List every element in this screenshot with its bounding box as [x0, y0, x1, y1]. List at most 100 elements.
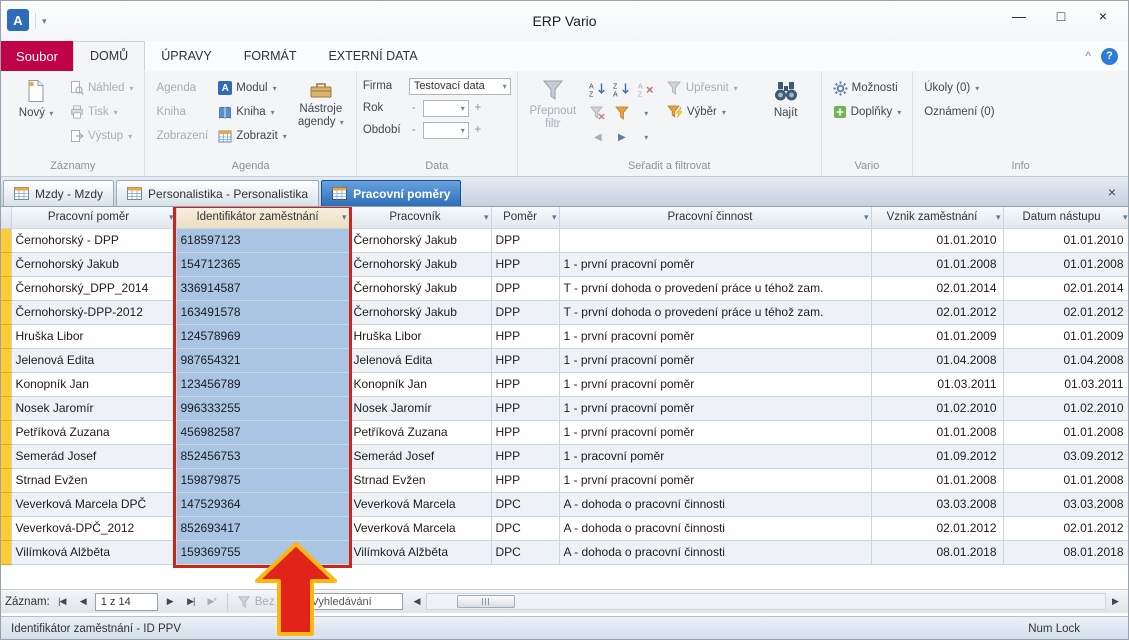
previous-record-button[interactable]: ◀ — [587, 126, 609, 148]
cell[interactable]: 1 - pracovní poměr — [559, 444, 871, 468]
cell[interactable]: 147529364 — [176, 492, 349, 516]
cell[interactable]: 02.01.2014 — [871, 276, 1003, 300]
kniha-button[interactable]: Kniha — [151, 101, 213, 123]
cell[interactable]: 159369755 — [176, 540, 349, 564]
cell[interactable]: 01.03.2011 — [1003, 372, 1129, 396]
column-header[interactable]: Vznik zaměstnání▾ — [871, 207, 1003, 228]
cell[interactable]: Nosek Jaromír — [349, 396, 491, 420]
row-selector[interactable] — [1, 324, 11, 348]
firma-combo[interactable]: Testovací data ▾ — [409, 78, 511, 95]
cell[interactable]: T - první dohoda o provedení práce u téh… — [559, 276, 871, 300]
cell[interactable]: 159879875 — [176, 468, 349, 492]
cell[interactable]: 01.01.2008 — [871, 468, 1003, 492]
obdobi-combo[interactable]: ▾ — [423, 122, 469, 139]
rok-minus-button[interactable]: - — [409, 102, 419, 114]
first-record-button[interactable]: |◀ — [53, 593, 71, 611]
new-record-button[interactable]: ▶* — [203, 593, 221, 611]
row-selector[interactable] — [1, 396, 11, 420]
cell[interactable]: HPP — [491, 252, 559, 276]
close-tab-icon[interactable]: × — [1098, 184, 1126, 200]
cell[interactable]: 456982587 — [176, 420, 349, 444]
row-selector[interactable] — [1, 492, 11, 516]
ribbon-tab-upravy[interactable]: ÚPRAVY — [145, 41, 227, 71]
minimize-button[interactable]: — — [998, 1, 1040, 31]
nahled-button[interactable]: Náhled ▾ — [65, 77, 138, 99]
cell[interactable]: 01.01.2009 — [1003, 324, 1129, 348]
vyber-button[interactable]: Výběr ▾ — [662, 101, 743, 123]
cell[interactable]: 01.01.2008 — [871, 420, 1003, 444]
cell[interactable]: DPP — [491, 228, 559, 252]
cell[interactable]: 08.01.2018 — [871, 540, 1003, 564]
cell[interactable]: 03.03.2008 — [1003, 492, 1129, 516]
scroll-right-icon[interactable]: ▶ — [1106, 593, 1124, 611]
record-position-box[interactable]: 1 z 14 — [95, 593, 158, 611]
cell[interactable]: 01.01.2008 — [1003, 420, 1129, 444]
cell[interactable]: 1 - první pracovní poměr — [559, 468, 871, 492]
filter-dropdown-icon[interactable]: ▾ — [169, 212, 174, 223]
column-header[interactable]: Pracovní činnost▾ — [559, 207, 871, 228]
cell[interactable]: Hruška Libor — [349, 324, 491, 348]
upresnit-button[interactable]: Upřesnit ▾ — [662, 77, 743, 99]
maximize-button[interactable]: □ — [1040, 1, 1082, 31]
row-selector[interactable] — [1, 348, 11, 372]
cell[interactable]: 01.01.2008 — [871, 252, 1003, 276]
cell[interactable]: Jelenová Edita — [349, 348, 491, 372]
tab-mzdy[interactable]: Mzdy - Mzdy — [3, 180, 114, 206]
cell[interactable]: 154712365 — [176, 252, 349, 276]
cell[interactable]: Petříková Zuzana — [11, 420, 176, 444]
cell[interactable]: T - první dohoda o provedení práce u téh… — [559, 300, 871, 324]
cell[interactable]: DPP — [491, 276, 559, 300]
row-selector[interactable] — [1, 540, 11, 564]
cell[interactable]: Konopník Jan — [349, 372, 491, 396]
cell[interactable]: 852693417 — [176, 516, 349, 540]
cell[interactable]: 1 - první pracovní poměr — [559, 324, 871, 348]
search-input[interactable] — [307, 593, 403, 610]
cell[interactable]: DPC — [491, 540, 559, 564]
filter-dropdown-icon[interactable]: ▾ — [342, 212, 347, 223]
cell[interactable]: Veverková Marcela DPČ — [11, 492, 176, 516]
cell[interactable]: Semerád Josef — [11, 444, 176, 468]
filter-menu-button[interactable] — [611, 102, 633, 124]
select-all-corner[interactable] — [1, 207, 11, 228]
collapse-ribbon-icon[interactable]: ^ — [1085, 49, 1091, 63]
cell[interactable]: Veverková-DPČ_2012 — [11, 516, 176, 540]
cell[interactable]: Strnad Evžen — [11, 468, 176, 492]
novy-button[interactable]: Nový ▾ — [7, 75, 65, 120]
oznameni-button[interactable]: Oznámení (0) — [919, 101, 999, 123]
filter-status-button[interactable]: Bez filtru — [234, 596, 304, 608]
more-dropdown-button[interactable]: ▾ — [635, 126, 657, 148]
column-header[interactable]: Datum nástupu▾ — [1003, 207, 1129, 228]
cell[interactable]: Černohorský Jakub — [349, 228, 491, 252]
kniha-select-button[interactable]: Kniha ▾ — [213, 101, 292, 123]
row-selector[interactable] — [1, 252, 11, 276]
cell[interactable]: 01.01.2008 — [1003, 468, 1129, 492]
cell[interactable]: Petříková Zuzana — [349, 420, 491, 444]
cell[interactable]: HPP — [491, 348, 559, 372]
cell[interactable]: 1 - první pracovní poměr — [559, 252, 871, 276]
close-button[interactable]: × — [1082, 1, 1124, 31]
cell[interactable]: 08.01.2018 — [1003, 540, 1129, 564]
tisk-button[interactable]: Tisk ▾ — [65, 101, 138, 123]
cell[interactable]: 01.02.2010 — [1003, 396, 1129, 420]
filter-dropdown-icon[interactable]: ▾ — [484, 212, 489, 223]
cell[interactable]: 01.01.2009 — [871, 324, 1003, 348]
cell[interactable]: Strnad Evžen — [349, 468, 491, 492]
najit-button[interactable]: Najít — [757, 75, 815, 120]
filter-dropdown-button[interactable]: ▾ — [635, 102, 657, 124]
doplnky-button[interactable]: Doplňky ▾ — [828, 101, 907, 123]
cell[interactable]: A - dohoda o pracovní činnosti — [559, 540, 871, 564]
cell[interactable]: DPC — [491, 516, 559, 540]
cell[interactable]: 01.09.2012 — [871, 444, 1003, 468]
cell[interactable]: HPP — [491, 444, 559, 468]
cell[interactable]: Jelenová Edita — [11, 348, 176, 372]
cell[interactable]: Černohorský Jakub — [349, 300, 491, 324]
row-selector[interactable] — [1, 228, 11, 252]
ribbon-tab-format[interactable]: FORMÁT — [228, 41, 313, 71]
next-record-button[interactable]: ▶ — [611, 126, 633, 148]
cell[interactable]: 02.01.2012 — [871, 516, 1003, 540]
row-selector[interactable] — [1, 444, 11, 468]
cell[interactable]: 1 - první pracovní poměr — [559, 420, 871, 444]
row-selector[interactable] — [1, 420, 11, 444]
cell[interactable]: Černohorský Jakub — [349, 276, 491, 300]
cell[interactable]: 02.01.2014 — [1003, 276, 1129, 300]
